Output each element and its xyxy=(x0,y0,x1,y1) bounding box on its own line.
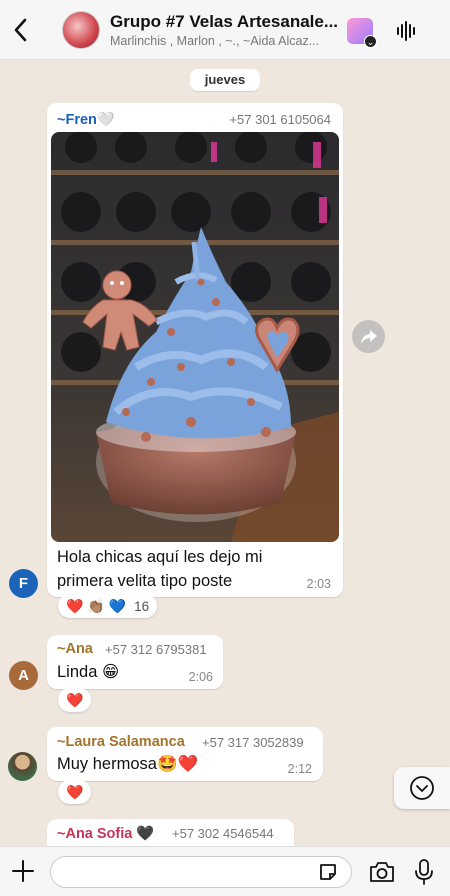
message-time: 2:06 xyxy=(188,670,213,684)
sender-phone: +57 312 6795381 xyxy=(105,642,207,657)
candle-photo[interactable] xyxy=(51,132,339,542)
message-bubble-laura[interactable]: ~Laura Salamanca +57 317 3052839 Muy her… xyxy=(47,727,323,781)
scroll-to-bottom-button[interactable] xyxy=(394,767,450,809)
message-time: 2:12 xyxy=(287,762,312,776)
sender-phone: +57 302 4546544 xyxy=(172,826,274,841)
message-text: Linda 😁 xyxy=(57,663,120,681)
sender-name[interactable]: ~Ana xyxy=(57,641,93,657)
group-title: Grupo #7 Velas Artesanale... xyxy=(110,11,339,31)
message-text: Hola chicas aquí les dejo mi primera vel… xyxy=(57,545,297,593)
back-button[interactable] xyxy=(0,0,40,60)
reactions-pill[interactable]: ❤️ xyxy=(58,780,92,804)
message-line: primera velita tipo poste xyxy=(57,572,233,590)
avatar[interactable] xyxy=(8,752,37,781)
avatar[interactable]: A xyxy=(9,661,38,690)
sender-name[interactable]: ~Ana Sofia 🖤 xyxy=(57,825,154,842)
back-chevron-icon xyxy=(14,18,27,41)
message-text: Muy hermosa🤩❤️ xyxy=(57,755,199,773)
chevron-badge-icon: ⌄ xyxy=(364,35,377,48)
message-time: 2:03 xyxy=(306,577,331,591)
audio-wave-icon[interactable] xyxy=(395,20,417,42)
chevron-down-icon xyxy=(410,776,434,800)
date-separator: jueves xyxy=(190,69,260,91)
sender-name[interactable]: ~Fren🤍 xyxy=(57,111,115,128)
reaction-count: 16 xyxy=(134,598,150,614)
reaction-emojis: ❤️ xyxy=(66,783,84,800)
group-info[interactable]: Grupo #7 Velas Artesanale... Marlinchis … xyxy=(110,12,342,48)
group-members: Marlinchis , Marlon , ~., ~Aida Alcaz... xyxy=(110,33,320,48)
plus-icon[interactable] xyxy=(10,858,36,884)
sender-phone: +57 301 6105064 xyxy=(229,112,331,127)
forward-icon xyxy=(360,329,377,344)
message-input[interactable] xyxy=(50,856,352,888)
message-bubble-fren[interactable]: ~Fren🤍 +57 301 6105064 Hola chicas aquí … xyxy=(47,103,343,597)
reactions-pill[interactable]: ❤️ 👏🏽 💙 16 xyxy=(58,594,158,618)
composer-bar xyxy=(0,846,450,896)
message-bubble-ana[interactable]: ~Ana +57 312 6795381 Linda 😁 2:06 xyxy=(47,635,223,689)
reaction-emojis: ❤️ 👏🏽 💙 xyxy=(66,597,127,614)
chat-header: Grupo #7 Velas Artesanale... Marlinchis … xyxy=(0,0,450,60)
group-avatar[interactable] xyxy=(62,10,100,49)
mic-icon[interactable] xyxy=(414,858,434,886)
avatar[interactable]: F xyxy=(9,569,38,598)
sender-phone: +57 317 3052839 xyxy=(202,735,304,750)
reactions-pill[interactable]: ❤️ xyxy=(58,688,92,712)
sender-name[interactable]: ~Laura Salamanca xyxy=(57,734,185,750)
app-icon[interactable]: ⌄ xyxy=(347,18,377,48)
camera-icon[interactable] xyxy=(368,860,396,884)
message-line: Hola chicas aquí les dejo mi xyxy=(57,548,263,566)
forward-button[interactable] xyxy=(352,320,385,353)
sticker-icon[interactable] xyxy=(318,862,338,882)
reaction-emojis: ❤️ xyxy=(66,691,84,708)
